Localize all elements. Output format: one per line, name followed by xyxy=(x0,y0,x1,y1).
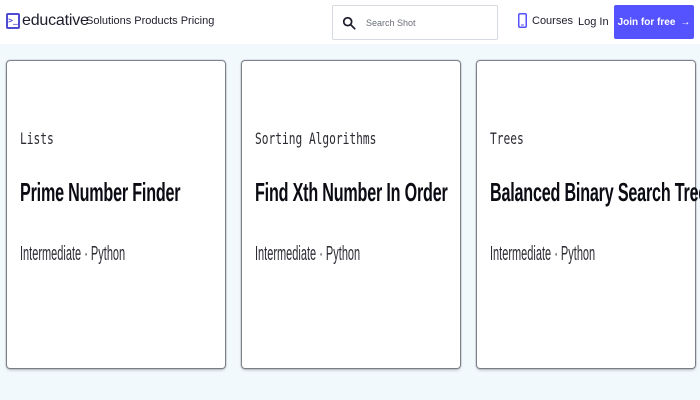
arrow-right-icon: → xyxy=(680,16,691,28)
project-card-2[interactable]: Sorting Algorithms Find Xth Number In Or… xyxy=(242,61,460,368)
project-card-3[interactable]: Trees Balanced Binary Search Tree Interm… xyxy=(477,61,700,368)
terminal-logo-icon: >_ xyxy=(6,13,20,29)
top-navigation-bar: >_ educative Solutions Products Pricing … xyxy=(0,0,700,44)
nav-links: Solutions Products Pricing xyxy=(86,15,214,27)
card-title: Find Xth Number In Order xyxy=(255,177,448,207)
courses-label: Courses xyxy=(532,14,573,27)
card-meta: Intermediate · Python xyxy=(255,243,361,265)
nav-products[interactable]: Products xyxy=(134,15,177,27)
join-for-free-button[interactable]: Join for free → xyxy=(614,5,694,39)
educative-logo[interactable]: >_ educative xyxy=(6,12,89,30)
card-topic: Sorting Algorithms xyxy=(255,129,377,148)
search-input[interactable] xyxy=(364,16,488,29)
mobile-device-icon xyxy=(518,13,527,28)
search-icon xyxy=(342,16,356,30)
project-card-1[interactable]: Lists Prime Number Finder Intermediate ·… xyxy=(7,61,225,368)
card-title: Prime Number Finder xyxy=(20,177,181,207)
search-box[interactable] xyxy=(332,5,498,40)
nav-solutions[interactable]: Solutions xyxy=(86,15,131,27)
logo-text: educative xyxy=(22,12,89,29)
card-meta: Intermediate · Python xyxy=(20,243,126,265)
courses-link[interactable]: Courses xyxy=(518,13,573,28)
nav-pricing[interactable]: Pricing xyxy=(181,15,215,27)
card-meta: Intermediate · Python xyxy=(490,243,596,265)
card-topic: Lists xyxy=(20,129,54,148)
login-link[interactable]: Log In xyxy=(578,16,609,28)
join-label: Join for free xyxy=(617,16,676,28)
card-title: Balanced Binary Search Tree xyxy=(490,177,700,207)
card-topic: Trees xyxy=(490,129,524,148)
